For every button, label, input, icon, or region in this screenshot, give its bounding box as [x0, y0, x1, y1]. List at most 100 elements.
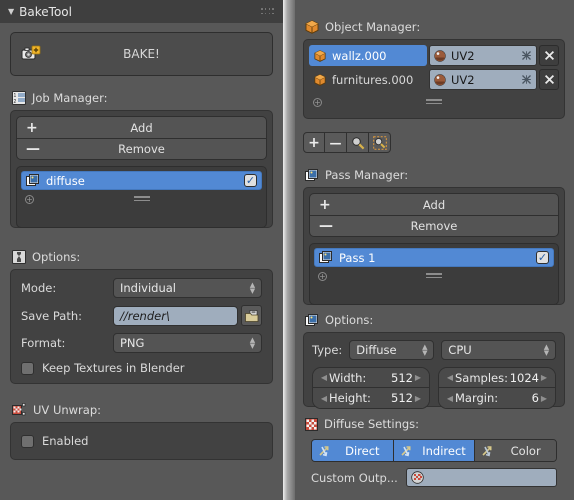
custom-output-label: Custom Outp...	[311, 470, 398, 485]
job-list[interactable]: diffuse ✓ +	[16, 166, 267, 228]
object-name-cell[interactable]: furnitures.000	[309, 69, 427, 90]
save-path-input[interactable]: //render\	[113, 305, 238, 326]
add-object-button[interactable]: +	[303, 132, 325, 153]
chevron-left-icon[interactable]: ◀	[445, 373, 455, 382]
unlink-x-icon[interactable]	[521, 74, 532, 85]
save-path-label: Save Path:	[21, 308, 83, 323]
resolution-samples-row: ◀ Width: 512 ▶ ◀ Height: 512 ▶ ◀ Samples…	[312, 367, 556, 409]
toggle-direct[interactable]: Direct	[312, 440, 393, 461]
diffuse-settings-label: Diffuse Settings:	[324, 417, 420, 431]
margin-stepper[interactable]: ◀ Margin: 6 ▶	[439, 388, 555, 408]
bounce-arrows-icon	[400, 444, 414, 458]
object-name-label: wallz.000	[332, 48, 387, 63]
plus-circle-icon[interactable]: +	[25, 195, 34, 204]
grip-lines-icon[interactable]	[426, 99, 442, 106]
magnifier-icon	[351, 136, 364, 149]
uv-map-field[interactable]: UV2	[429, 69, 537, 90]
options-box: Mode: Individual ▲ ▼ Save Path: //render\	[10, 269, 273, 384]
pass-manager-box: + Add — Remove Pass 1 ✓ +	[303, 187, 565, 305]
table-row[interactable]: furnitures.000 UV2	[309, 69, 559, 90]
plus-icon: +	[308, 134, 320, 151]
resolution-group: ◀ Width: 512 ▶ ◀ Height: 512 ▶	[312, 367, 430, 409]
list-item-checkbox[interactable]: ✓	[536, 251, 549, 264]
chevron-right-icon[interactable]: ▶	[413, 394, 423, 403]
job-remove-button[interactable]: — Remove	[17, 138, 266, 159]
left-panel: ▼ BakeTool BAKE! 1 2 Job Manager: + Add …	[0, 0, 283, 500]
chevron-left-icon[interactable]: ◀	[319, 394, 329, 403]
list-item[interactable]: Pass 1 ✓	[314, 248, 554, 267]
margin-value: 6	[531, 391, 539, 405]
uv-enabled-checkbox[interactable]	[21, 434, 34, 448]
pass-add-label: Add	[422, 197, 446, 212]
keep-textures-label: Keep Textures in Blender	[42, 361, 185, 375]
options-icon	[12, 250, 26, 264]
type-dropdown[interactable]: Diffuse ▲ ▼	[349, 340, 435, 360]
delete-object-button[interactable]	[539, 69, 559, 90]
unlink-x-icon[interactable]	[521, 50, 532, 61]
keep-textures-checkbox[interactable]	[21, 361, 34, 375]
list-item-checkbox[interactable]: ✓	[244, 174, 257, 187]
margin-label: Margin:	[455, 391, 499, 405]
table-row[interactable]: wallz.000 UV2	[309, 45, 559, 66]
toggle-color-label: Color	[510, 443, 541, 458]
object-cube-icon	[305, 20, 319, 34]
grip-dots-icon[interactable]	[261, 8, 275, 16]
bake-button[interactable]: BAKE!	[10, 32, 273, 76]
remove-object-button[interactable]: —	[325, 132, 347, 153]
chevron-right-icon[interactable]: ▶	[539, 394, 549, 403]
pass-add-button[interactable]: + Add	[310, 194, 558, 215]
device-dropdown[interactable]: CPU ▲ ▼	[441, 340, 556, 360]
chevron-left-icon[interactable]: ◀	[445, 394, 455, 403]
job-list-footer: +	[21, 190, 262, 210]
width-stepper[interactable]: ◀ Width: 512 ▶	[313, 368, 429, 388]
object-cube-icon	[314, 73, 326, 86]
job-manager-label: Job Manager:	[32, 91, 108, 105]
plus-circle-icon[interactable]: +	[318, 272, 327, 281]
toggle-indirect[interactable]: Indirect	[392, 440, 475, 461]
images-icon	[319, 251, 333, 264]
mode-row: Mode: Individual ▲ ▼	[21, 278, 262, 298]
chevron-left-icon[interactable]: ◀	[319, 373, 329, 382]
vertical-scrollbar[interactable]	[283, 0, 295, 500]
samples-stepper[interactable]: ◀ Samples: 1024 ▶	[439, 368, 555, 388]
chevron-right-icon[interactable]: ▶	[413, 373, 423, 382]
pass-remove-button[interactable]: — Remove	[310, 215, 558, 236]
format-dropdown[interactable]: PNG ▲ ▼	[113, 333, 262, 353]
uv-map-value: UV2	[451, 72, 475, 87]
panel-header[interactable]: ▼ BakeTool	[0, 0, 283, 23]
select-magnifier-button[interactable]	[347, 132, 369, 153]
custom-output-field[interactable]	[405, 468, 557, 487]
uv-unwrap-box: Enabled	[10, 422, 273, 460]
toggle-color[interactable]: Color	[474, 440, 556, 461]
delete-object-button[interactable]	[539, 45, 559, 66]
triangle-down-icon[interactable]: ▼	[8, 7, 14, 16]
magnifier-region-icon	[372, 135, 387, 150]
list-numbered-icon: 1 2	[12, 91, 26, 105]
grip-lines-icon[interactable]	[426, 273, 442, 280]
minus-icon: —	[329, 135, 342, 150]
folder-icon[interactable]	[241, 305, 262, 326]
keep-textures-row[interactable]: Keep Textures in Blender	[21, 361, 262, 375]
job-manager-section-label: 1 2 Job Manager:	[12, 91, 107, 105]
mode-dropdown[interactable]: Individual ▲ ▼	[113, 278, 262, 298]
uv-unwrap-icon	[12, 403, 27, 417]
uv-map-value: UV2	[451, 48, 475, 63]
uv-map-field[interactable]: UV2	[429, 45, 537, 66]
height-label: Height:	[329, 391, 371, 405]
pass-list[interactable]: Pass 1 ✓ +	[309, 243, 559, 305]
job-add-button[interactable]: + Add	[17, 117, 266, 138]
list-item[interactable]: diffuse ✓	[21, 171, 262, 190]
options-section-label: Options:	[12, 250, 80, 264]
images-icon	[305, 168, 319, 182]
height-stepper[interactable]: ◀ Height: 512 ▶	[313, 388, 429, 408]
object-manager-box: wallz.000 UV2 furnitures.000 UV2 +	[303, 39, 565, 119]
chevron-updown-icon: ▲ ▼	[422, 343, 428, 357]
plus-circle-icon[interactable]: +	[313, 98, 322, 107]
chevron-right-icon[interactable]: ▶	[539, 373, 549, 382]
grip-lines-icon[interactable]	[133, 196, 150, 203]
bounce-arrows-icon	[318, 444, 332, 458]
chevron-updown-icon: ▲ ▼	[249, 281, 256, 295]
material-sphere-icon	[434, 49, 446, 62]
select-region-magnifier-button[interactable]	[369, 132, 391, 153]
object-name-cell[interactable]: wallz.000	[309, 45, 427, 66]
